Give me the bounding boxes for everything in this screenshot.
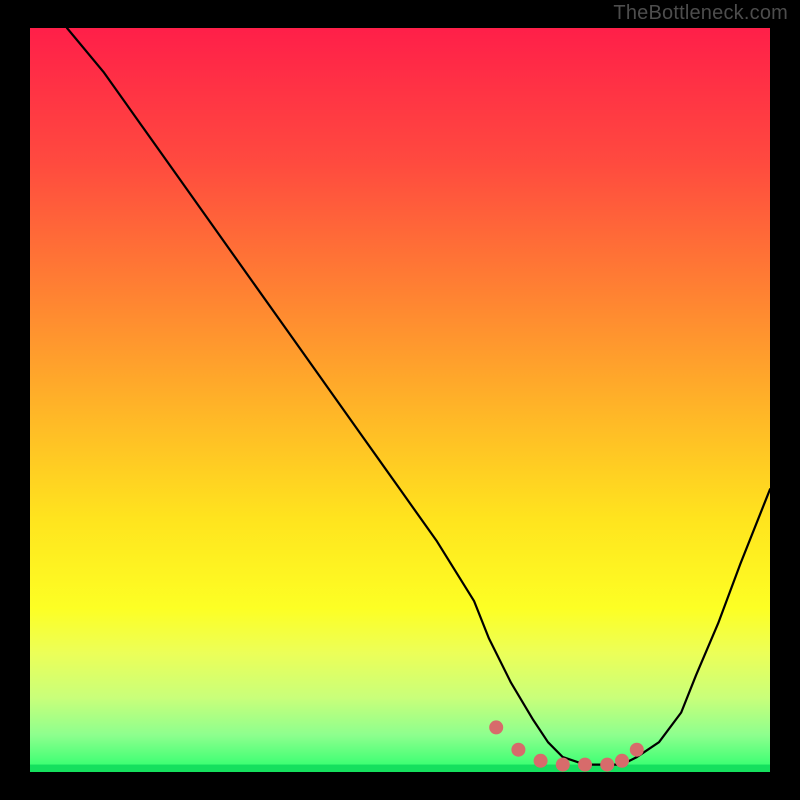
bottleneck-curve — [67, 28, 770, 765]
highlight-dot — [534, 754, 548, 768]
highlight-dot — [630, 743, 644, 757]
optimal-range-dots — [489, 720, 644, 771]
watermark-text: TheBottleneck.com — [613, 2, 788, 25]
highlight-dot — [600, 758, 614, 772]
optimal-green-band — [30, 765, 770, 772]
highlight-dot — [556, 758, 570, 772]
highlight-dot — [489, 720, 503, 734]
chart-plot-area — [30, 28, 770, 772]
chart-svg — [30, 28, 770, 772]
chart-container: TheBottleneck.com — [0, 0, 800, 800]
highlight-dot — [578, 758, 592, 772]
highlight-dot — [615, 754, 629, 768]
highlight-dot — [511, 743, 525, 757]
